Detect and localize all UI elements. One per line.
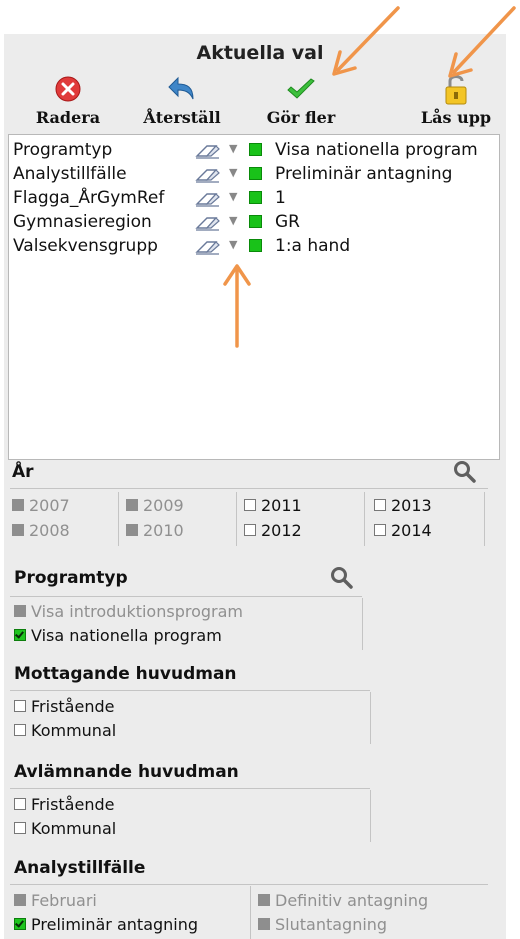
annotation-arrow (223, 264, 251, 348)
annotation-arrow (448, 6, 516, 78)
annotation-arrows (223, 6, 516, 348)
annotation-arrow (332, 6, 400, 76)
